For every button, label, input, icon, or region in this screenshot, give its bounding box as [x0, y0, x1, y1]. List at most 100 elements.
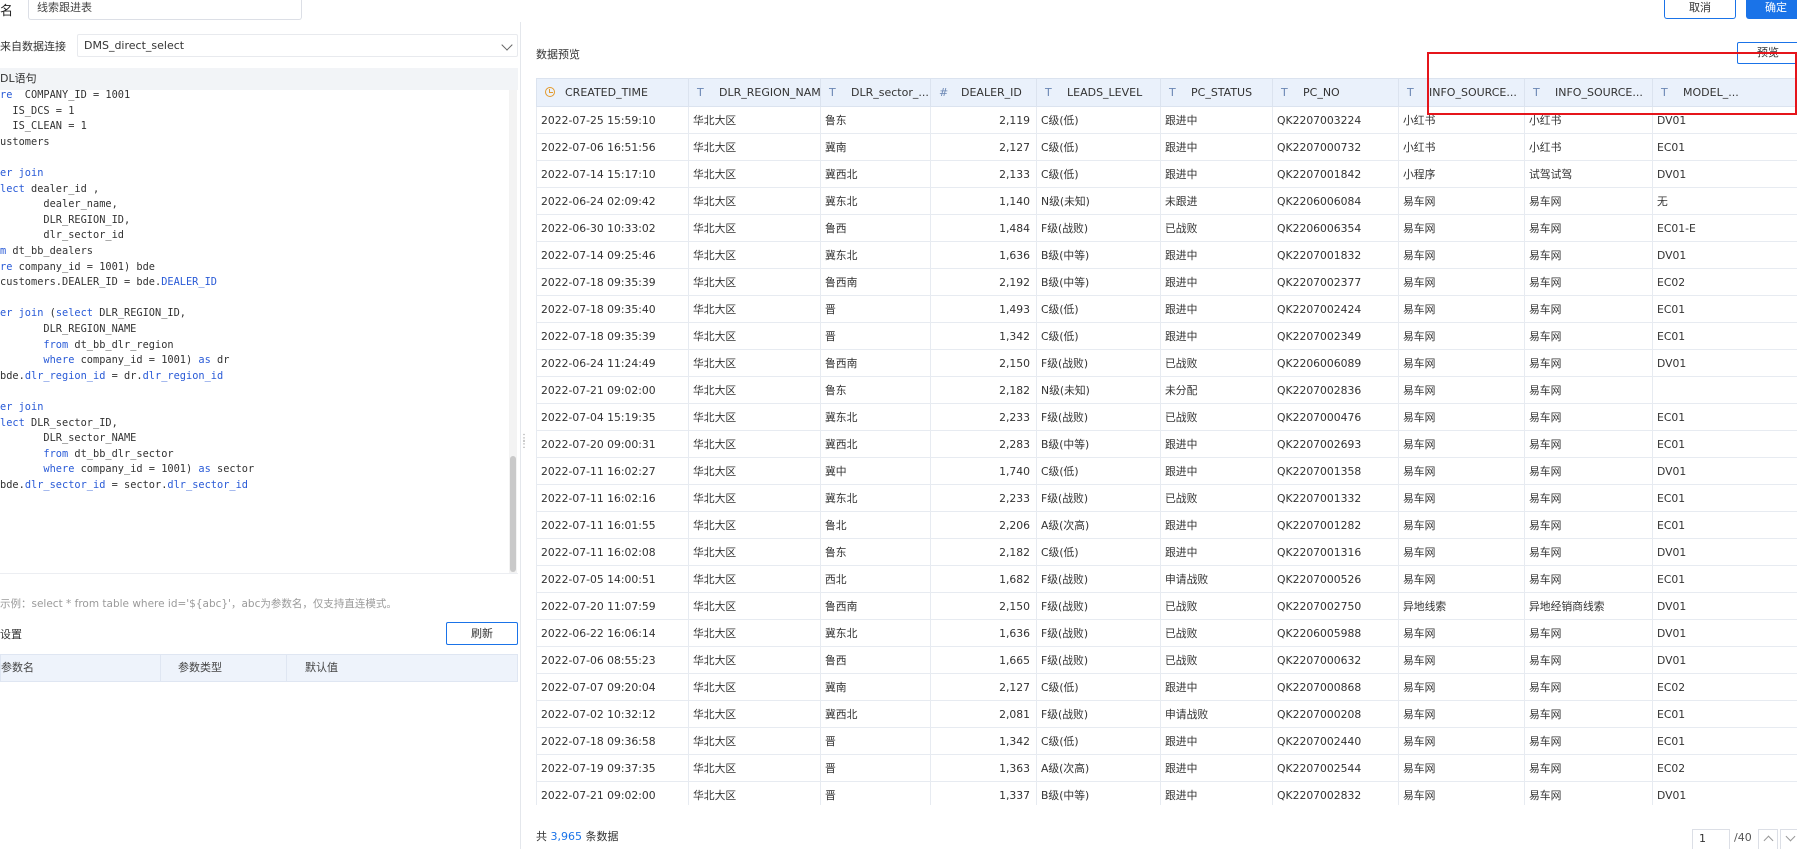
- table-cell: 跟进中: [1160, 295, 1273, 323]
- table-cell: 易车网: [1524, 403, 1653, 431]
- table-cell: F级(战败): [1036, 349, 1161, 377]
- table-cell: 华北大区: [688, 700, 821, 728]
- table-cell: 2022-07-07 09:20:04: [536, 673, 689, 701]
- table-cell: 冀南: [820, 133, 931, 161]
- sql-token: = dr.: [105, 369, 143, 382]
- ok-button[interactable]: 确定: [1746, 0, 1797, 19]
- table-row: 2022-07-18 09:36:58 华北大区晋 1,342 C级(低) 跟进中 QK2…: [536, 727, 1797, 755]
- column-header-label: INFO_SOURCE...: [1429, 86, 1517, 99]
- table-cell: 申请战败: [1160, 565, 1273, 593]
- table-cell: 2022-07-05 14:00:51: [536, 565, 689, 593]
- table-cell: 已战败: [1160, 646, 1273, 674]
- sql-code-line: lect DLR_sector_ID,: [0, 414, 118, 432]
- refresh-button[interactable]: 刷新: [446, 622, 518, 645]
- column-header[interactable]: T MODEL_...: [1652, 78, 1797, 107]
- table-row: 2022-06-30 10:33:02 华北大区 鲁西 1,484 F级(战败) 已战败 Q…: [536, 214, 1797, 242]
- sql-editor[interactable]: bde.dlr_sector_id = sector.dlr_sector_id…: [0, 90, 518, 574]
- table-cell: F级(战败): [1036, 565, 1161, 593]
- table-row: 2022-07-11 16:01:55 华北大区 鲁北 2,206 A级(次高) 跟进中 Q…: [536, 511, 1797, 539]
- table-cell: 华北大区: [688, 106, 821, 134]
- cancel-button[interactable]: 取消: [1664, 0, 1736, 19]
- table-cell: 易车网: [1398, 484, 1525, 512]
- table-cell: F级(战败): [1036, 646, 1161, 674]
- sql-token: DLR_sector_NAME: [0, 432, 137, 445]
- sql-code-line: IS_CLEAN = 1: [0, 117, 86, 135]
- table-cell: EC01: [1652, 700, 1797, 728]
- data-preview-panel: 数据预览 预览 CREATED_TIME T DLR_REGION_NAME T DLR…: [528, 22, 1797, 849]
- sql-token: sector: [210, 463, 255, 476]
- table-cell: 2022-07-14 09:25:46: [536, 241, 689, 269]
- sql-token: re: [0, 260, 13, 273]
- table-cell: 易车网: [1524, 214, 1653, 242]
- table-cell: F级(战败): [1036, 700, 1161, 728]
- sql-code-line: bde.dlr_region_id = dr.dlr_region_id: [0, 367, 223, 385]
- sql-token: lect: [0, 182, 25, 195]
- table-cell: 冀东北: [820, 619, 931, 647]
- table-cell: 华北大区: [688, 619, 821, 647]
- table-cell: 华北大区: [688, 349, 821, 377]
- table-cell: 易车网: [1398, 430, 1525, 458]
- table-row: 2022-07-04 15:19:35 华北大区 冀东北 2,233 F级(战败) 已战败…: [536, 403, 1797, 431]
- table-cell: 易车网: [1398, 457, 1525, 485]
- table-cell: 易车网: [1524, 673, 1653, 701]
- column-header[interactable]: T INFO_SOURCE...: [1524, 78, 1653, 107]
- column-header-label: PC_NO: [1303, 86, 1340, 99]
- table-row: 2022-07-06 08:55:23 华北大区 鲁西 1,665 F级(战败) 已战败 Q…: [536, 646, 1797, 674]
- sql-token: DLR_REGION_ID,: [0, 213, 131, 226]
- prev-page-button[interactable]: [1758, 829, 1778, 849]
- table-cell: A级(次高): [1036, 754, 1161, 782]
- table-cell: 小红书: [1398, 106, 1525, 134]
- sql-token: company_id = 1001): [74, 463, 199, 476]
- table-cell: 冀西北: [820, 160, 931, 188]
- sql-example-hint: 示例：select * from table where id='${abc}'…: [0, 598, 397, 610]
- sql-code-line: dealer_name,: [0, 195, 117, 213]
- table-cell: 2022-07-18 09:35:40: [536, 295, 689, 323]
- connection-select[interactable]: DMS_direct_select: [77, 34, 518, 57]
- sql-scrollbar-thumb[interactable]: [510, 456, 516, 572]
- sql-token: DEALER_ID: [161, 276, 217, 289]
- sql-token: customers.DEALER_ID = bde.: [0, 276, 162, 289]
- sql-code-line: where company_id = 1001) as sector: [0, 460, 254, 478]
- column-header[interactable]: T DLR_sector_...: [820, 78, 931, 107]
- table-cell: QK2207003224: [1272, 106, 1399, 134]
- table-row: 2022-06-22 16:06:14 华北大区 冀东北 1,636 F级(战败) 已战败…: [536, 619, 1797, 647]
- column-header[interactable]: CREATED_TIME: [536, 78, 689, 107]
- table-row: 2022-07-18 09:35:40 华北大区晋 1,493 C级(低) 跟进中 QK2…: [536, 295, 1797, 323]
- page-total: /40: [1734, 831, 1752, 844]
- table-cell: 易车网: [1524, 295, 1653, 323]
- chevron-up-icon: [1763, 835, 1774, 846]
- table-cell: 西北: [820, 565, 931, 593]
- column-header[interactable]: T DLR_REGION_NAME: [688, 78, 821, 107]
- column-header[interactable]: T LEADS_LEVEL: [1036, 78, 1161, 107]
- column-header[interactable]: T PC_STATUS: [1160, 78, 1273, 107]
- dataset-name-input[interactable]: 线索跟进表: [28, 0, 302, 20]
- preview-button[interactable]: 预览: [1737, 42, 1797, 64]
- page-number-input[interactable]: 1: [1692, 829, 1730, 849]
- column-header[interactable]: # DEALER_ID: [930, 78, 1037, 107]
- table-cell: 华北大区: [688, 322, 821, 350]
- column-header[interactable]: T PC_NO: [1272, 78, 1399, 107]
- table-cell: QK2207001316: [1272, 538, 1399, 566]
- next-page-button[interactable]: [1780, 829, 1797, 849]
- table-row: 2022-07-21 09:02:00 华北大区晋 1,337 B级(中等) 跟进中 QK…: [536, 781, 1797, 805]
- sql-token: dr: [210, 354, 230, 367]
- table-cell: 易车网: [1524, 268, 1653, 296]
- preview-table-container[interactable]: CREATED_TIME T DLR_REGION_NAME T DLR_sector_…: [536, 78, 1797, 805]
- table-cell: 华北大区: [688, 511, 821, 539]
- table-cell: QK2207000526: [1272, 565, 1399, 593]
- table-cell: C级(低): [1036, 727, 1161, 755]
- table-cell: 鲁东: [820, 376, 931, 404]
- table-cell: 易车网: [1398, 295, 1525, 323]
- sql-token: er join: [0, 401, 44, 413]
- table-cell: QK2206006089: [1272, 349, 1399, 377]
- column-header[interactable]: T INFO_SOURCE...: [1398, 78, 1525, 107]
- sql-section-header: DL语句: [0, 68, 518, 90]
- table-cell: 冀东北: [820, 403, 931, 431]
- table-cell: 晋: [820, 727, 931, 755]
- table-cell: EC01: [1652, 565, 1797, 593]
- table-cell: 冀南: [820, 673, 931, 701]
- table-cell: 1,665: [930, 646, 1037, 674]
- table-cell: 冀东北: [820, 484, 931, 512]
- table-row: 2022-07-18 09:35:39 华北大区 鲁西南 2,192 B级(中等) 跟进中…: [536, 268, 1797, 296]
- table-cell: 跟进中: [1160, 322, 1273, 350]
